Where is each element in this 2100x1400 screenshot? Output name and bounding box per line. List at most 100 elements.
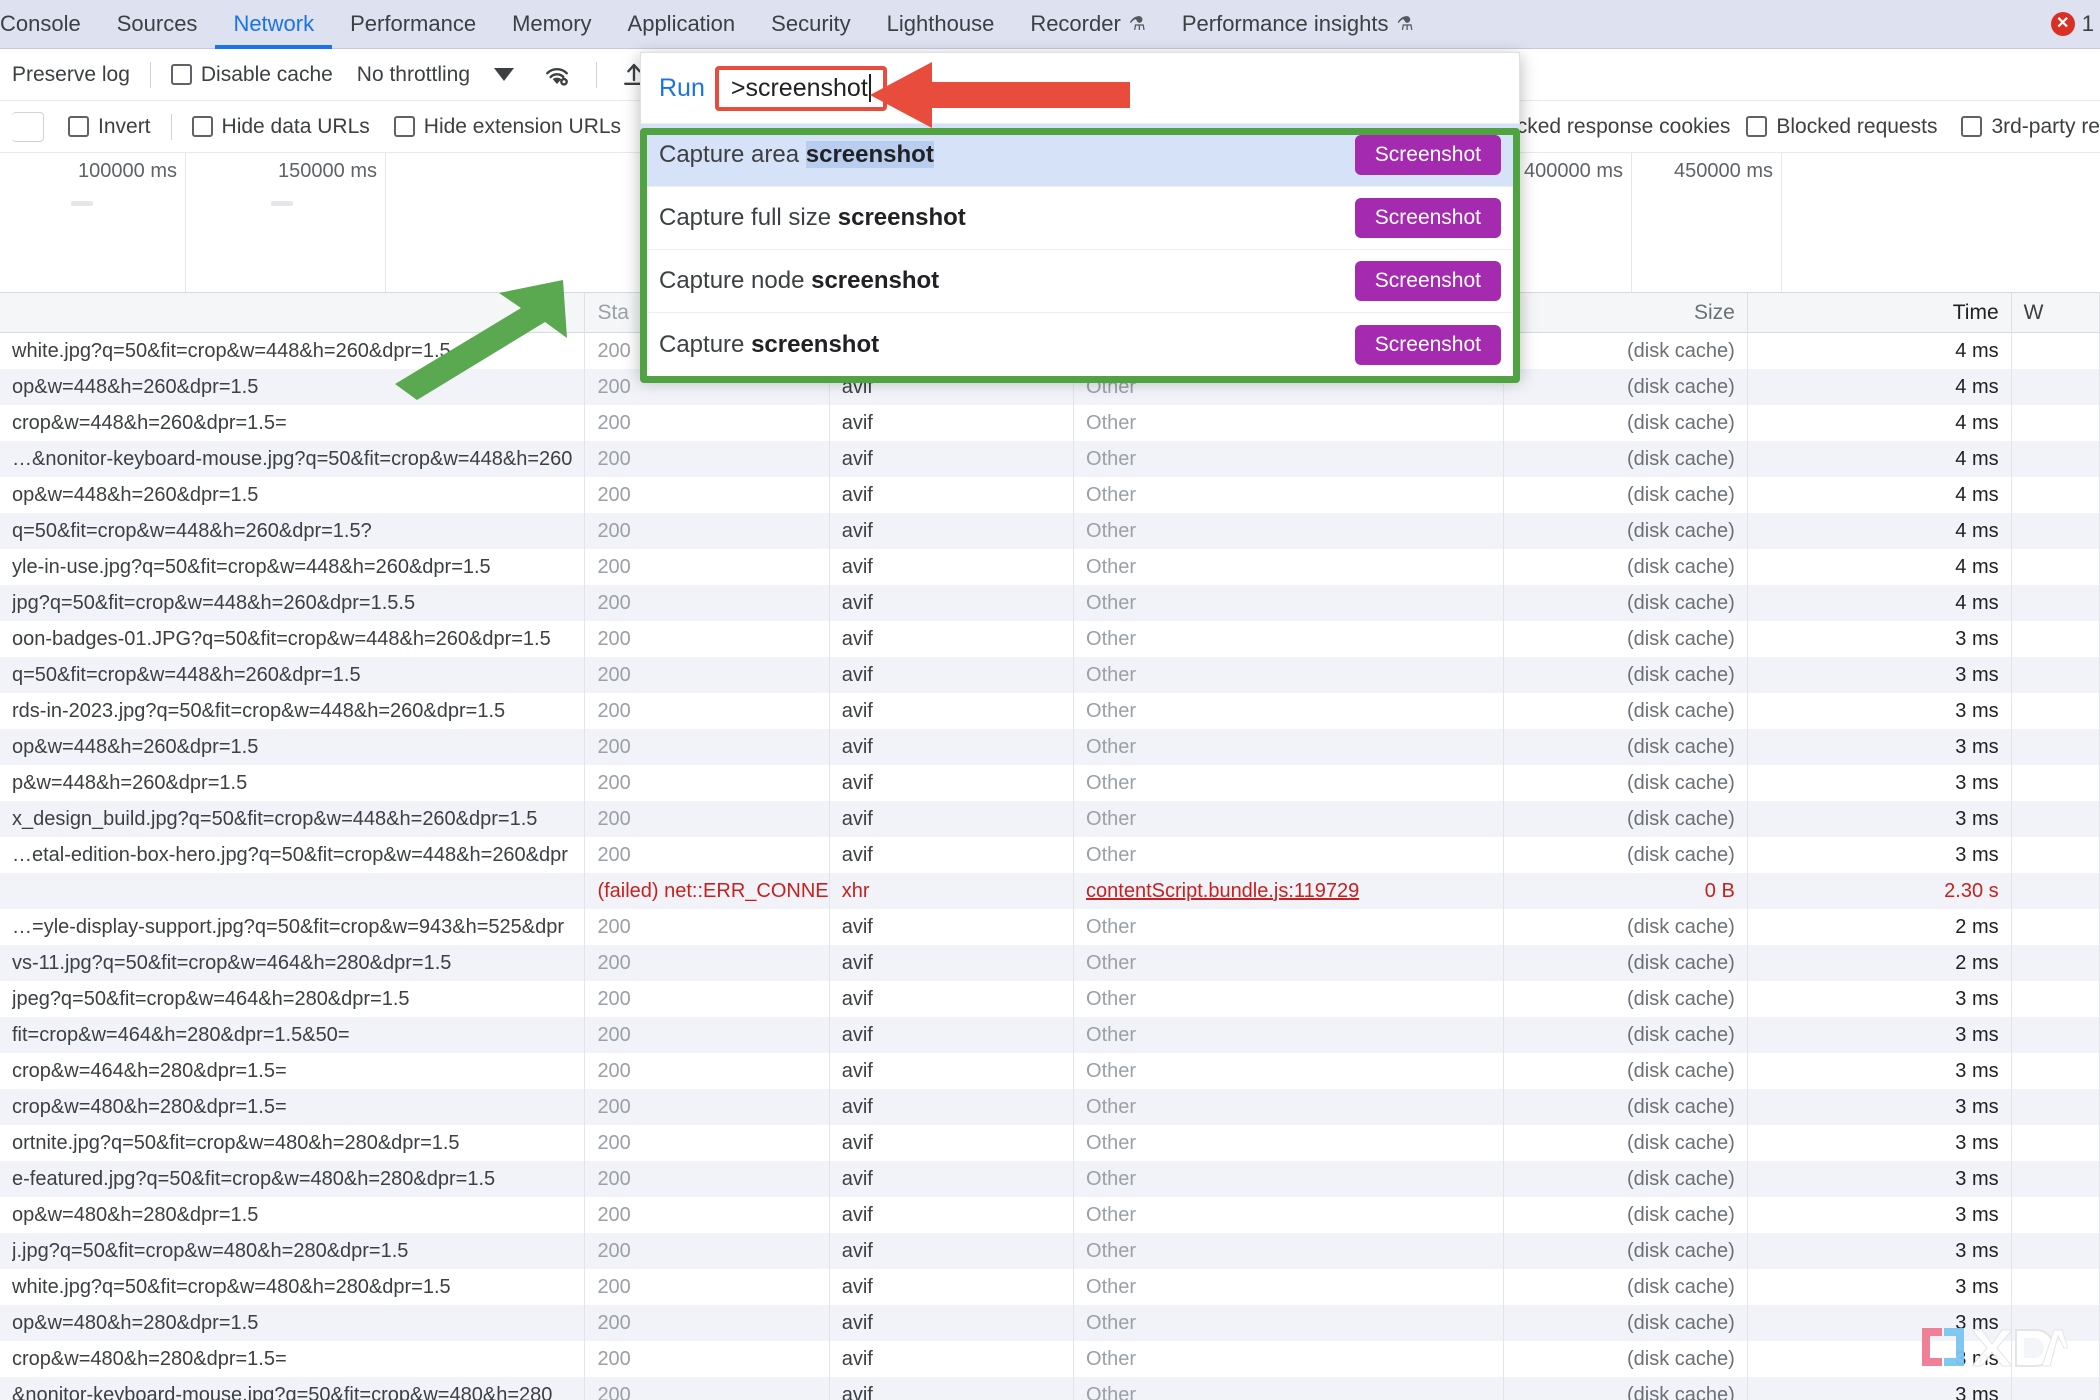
chevron-down-icon[interactable]: [494, 68, 515, 81]
table-row[interactable]: x_design_build.jpg?q=50&fit=crop&w=448&h…: [0, 801, 2100, 837]
request-type: avif: [830, 1161, 1075, 1197]
table-row[interactable]: jpeg?q=50&fit=crop&w=464&h=280&dpr=1.5 20…: [0, 981, 2100, 1017]
tab-performance-insights[interactable]: Performance insights ⚗: [1164, 0, 1432, 49]
table-row[interactable]: op&w=448&h=260&dpr=1.5 200 avif Other (disk …: [0, 477, 2100, 513]
tab-memory[interactable]: Memory: [494, 0, 609, 49]
table-row[interactable]: nonitor-keyboard-mouse.jpg?q=50&fit=crop…: [0, 1377, 2100, 1400]
tab-application[interactable]: Application: [610, 0, 754, 49]
table-row[interactable]: q=50&fit=crop&w=448&h=260&dpr=1.5 200 avif…: [0, 657, 2100, 693]
table-row[interactable]: yle-in-use.jpg?q=50&fit=crop&w=448&h=260…: [0, 549, 2100, 585]
table-row[interactable]: 5.jpg?q=50&fit=crop&w=448&h=260&dpr=1.5 2…: [0, 585, 2100, 621]
command-query-box[interactable]: >screenshot: [714, 65, 887, 111]
request-time-text: 3 ms: [1955, 699, 1999, 722]
tab-console[interactable]: Console: [0, 0, 99, 49]
request-initiator-text: Other: [1086, 807, 1137, 830]
table-row[interactable]: =crop&w=448&h=260&dpr=1.5 200 avif Other (di…: [0, 405, 2100, 441]
request-size-text: (disk cache): [1627, 1131, 1735, 1154]
command-palette-item[interactable]: Capture node screenshot Screenshot: [641, 250, 1519, 313]
third-party-requests-control[interactable]: 3rd-party re: [1949, 115, 2100, 139]
blocked-requests-control[interactable]: Blocked requests: [1734, 115, 1949, 139]
command-palette-item[interactable]: Capture area screenshot Screenshot: [641, 124, 1519, 187]
table-row[interactable]: etal-edition-box-hero.jpg?q=50&fit=crop&…: [0, 837, 2100, 873]
table-row[interactable]: e-featured.jpg?q=50&fit=crop&w=480&h=280…: [0, 1161, 2100, 1197]
request-name-text: =50&fit=crop&w=464&h=280&dpr=1.5: [12, 1023, 350, 1046]
request-time: 2 ms: [1748, 945, 2012, 981]
table-row[interactable]: =crop&w=480&h=280&dpr=1.5 200 avif Other (di…: [0, 1341, 2100, 1377]
tab-performance[interactable]: Performance: [332, 0, 494, 49]
request-name: etal-edition-box-hero.jpg?q=50&fit=crop&…: [0, 837, 586, 873]
blocked-response-cookies-control[interactable]: locked response cookies: [1488, 115, 1734, 139]
request-type-text: avif: [841, 735, 873, 758]
tab-network[interactable]: Network: [215, 0, 332, 49]
blocked-requests-checkbox[interactable]: [1746, 116, 1768, 137]
request-initiator-text: Other: [1086, 1347, 1137, 1370]
table-row[interactable]: p&w=448&h=260&dpr=1.5 200 avif Other (disk c…: [0, 765, 2100, 801]
command-palette-item[interactable]: Capture full size screenshot Screenshot: [641, 187, 1519, 250]
overview-tick: 150000 ms: [186, 153, 386, 292]
table-row[interactable]: white.jpg?q=50&fit=crop&w=480&h=280&dpr=…: [0, 1269, 2100, 1305]
table-row[interactable]: op&w=448&h=260&dpr=1.5 200 avif Other (disk …: [0, 729, 2100, 765]
request-size: (disk cache): [1504, 621, 1748, 657]
table-row[interactable]: j.jpg?q=50&fit=crop&w=480&h=280&dpr=1.5 2…: [0, 1233, 2100, 1269]
preserve-log-control[interactable]: Preserve log: [0, 63, 142, 87]
hide-data-urls-checkbox[interactable]: [191, 116, 213, 137]
command-palette-results[interactable]: Capture area screenshot Screenshot Capture…: [641, 123, 1519, 376]
request-size-text: (disk cache): [1627, 699, 1735, 722]
tab-lighthouse[interactable]: Lighthouse: [869, 0, 1013, 49]
request-waterfall: [2012, 585, 2100, 621]
request-name-text: yle-in-use.jpg?q=50&fit=crop&w=448&h=260…: [12, 555, 491, 578]
tab-sources[interactable]: Sources: [99, 0, 216, 49]
third-party-checkbox[interactable]: [1961, 116, 1983, 137]
command-palette-item[interactable]: Capture screenshot Screenshot: [641, 313, 1519, 376]
request-type-text: avif: [841, 663, 873, 686]
command-input[interactable]: >screenshot: [731, 74, 868, 103]
request-size-text: (disk cache): [1627, 663, 1735, 686]
request-time-text: 3 ms: [1955, 1131, 1999, 1154]
table-row[interactable]: nonitor-keyboard-mouse.jpg?q=50&fit=crop…: [0, 441, 2100, 477]
request-waterfall: [2012, 873, 2100, 909]
request-status: 200: [585, 1269, 830, 1305]
hide-data-urls-control[interactable]: Hide data URLs: [180, 115, 382, 139]
table-row[interactable]: oon-badges-01.JPG?q=50&fit=crop&w=448&h=…: [0, 621, 2100, 657]
error-badge[interactable]: ✕ 1: [2050, 11, 2100, 37]
hide-extension-urls-checkbox[interactable]: [393, 116, 415, 137]
throttling-select[interactable]: No throttling: [345, 63, 482, 87]
disable-cache-control[interactable]: Disable cache: [159, 63, 345, 87]
command-item-match: screenshot: [837, 204, 966, 231]
table-row[interactable]: ortnite.jpg?q=50&fit=crop&w=480&h=280&dp…: [0, 1125, 2100, 1161]
table-row[interactable]: =50&fit=crop&w=464&h=280&dpr=1.5 200 avif O…: [0, 1017, 2100, 1053]
request-status: 200: [585, 1125, 830, 1161]
table-row[interactable]: yle-display-support.jpg?q=50&fit=crop&w=…: [0, 909, 2100, 945]
request-status-text: 200: [597, 735, 631, 758]
table-row[interactable]: rds-in-2023.jpg?q=50&fit=crop&w=448&h=26…: [0, 693, 2100, 729]
request-initiator: Other: [1074, 585, 1504, 621]
table-row[interactable]: (failed) net::ERR_CONNE… xhr contentScript…: [0, 873, 2100, 909]
invert-checkbox[interactable]: [68, 116, 89, 137]
request-time: 4 ms: [1748, 333, 2012, 369]
table-row[interactable]: op&w=480&h=280&dpr=1.5 200 avif Other (disk …: [0, 1197, 2100, 1233]
table-row[interactable]: ?q=50&fit=crop&w=448&h=260&dpr=1.5 200 avi…: [0, 513, 2100, 549]
network-conditions-icon[interactable]: [526, 60, 588, 90]
hide-extension-urls-control[interactable]: Hide extension URLs: [382, 115, 633, 139]
table-row[interactable]: =crop&w=480&h=280&dpr=1.5 200 avif Other (di…: [0, 1089, 2100, 1125]
column-header-time[interactable]: Time: [1748, 293, 2012, 333]
request-time: 3 ms: [1748, 729, 2012, 765]
disable-cache-checkbox[interactable]: [170, 64, 192, 85]
table-row[interactable]: op&w=480&h=280&dpr=1.5 200 avif Other (disk …: [0, 1305, 2100, 1341]
tab-recorder[interactable]: Recorder ⚗: [1012, 0, 1164, 49]
tab-security[interactable]: Security: [753, 0, 868, 49]
network-requests-table[interactable]: Sta Size Time W white.jpg?q=50&fit=crop&…: [0, 293, 2100, 1400]
request-initiator: Other: [1074, 837, 1504, 873]
request-time-text: 4 ms: [1955, 483, 1999, 506]
table-row[interactable]: =crop&w=464&h=280&dpr=1.5 200 avif Other (di…: [0, 1053, 2100, 1089]
table-row[interactable]: vs-11.jpg?q=50&fit=crop&w=464&h=280&dpr=…: [0, 945, 2100, 981]
invert-control[interactable]: Invert: [56, 115, 163, 139]
column-header-size[interactable]: Size: [1504, 293, 1748, 333]
request-type: avif: [830, 657, 1075, 693]
request-type: avif: [830, 1305, 1075, 1341]
request-size: (disk cache): [1504, 1305, 1748, 1341]
initiator-link[interactable]: contentScript.bundle.js:119729: [1086, 880, 1359, 903]
request-initiator: Other: [1074, 1161, 1504, 1197]
overview-tick-label: 100000 ms: [78, 160, 177, 182]
column-header-waterfall[interactable]: W: [2012, 293, 2100, 333]
